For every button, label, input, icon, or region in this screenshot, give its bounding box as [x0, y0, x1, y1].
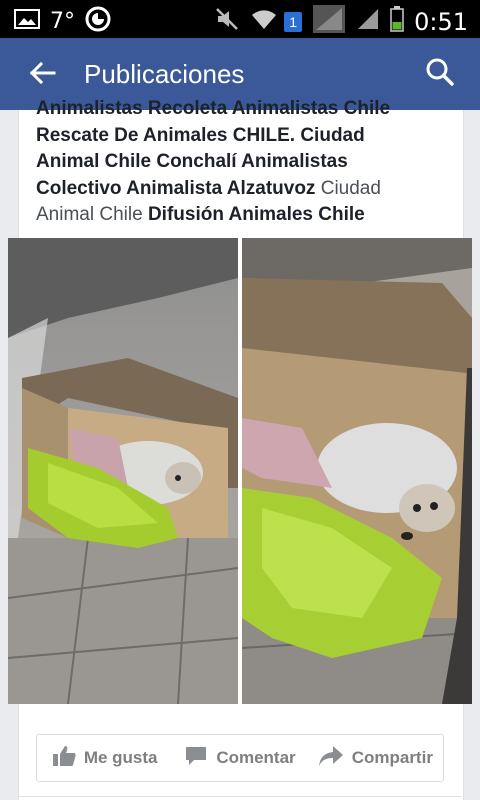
like-button[interactable]: Me gusta	[37, 745, 172, 772]
image-icon	[14, 8, 40, 35]
dog-photo-1[interactable]	[8, 238, 238, 704]
card-divider	[18, 796, 462, 797]
wifi-icon	[250, 7, 278, 36]
post-actions: Me gusta Comentar Compartir	[36, 734, 444, 782]
hashtag-text[interactable]: Colectivo Animalista Alzatuvoz	[36, 178, 315, 199]
comment-icon	[184, 745, 208, 772]
hashtag-text[interactable]: Animalistas Recoleta Animalistas Chile	[36, 98, 390, 119]
comment-label: Comentar	[216, 748, 296, 767]
page-title: Publicaciones	[84, 59, 245, 89]
plain-text: Animal Chile	[36, 204, 148, 225]
post-text-line: Animal Chile Conchalí Animalistas	[36, 149, 436, 176]
no-signal-icon	[312, 4, 346, 39]
like-label: Me gusta	[83, 748, 158, 767]
battery-icon	[390, 6, 404, 37]
photo-grid	[8, 238, 472, 704]
thumbs-up-icon	[52, 745, 76, 772]
post-text-line: Animal Chile Difusión Animales Chile	[36, 202, 436, 229]
status-bar: 7° 1 0:51	[0, 0, 480, 38]
hashtag-text[interactable]: Animal Chile Conchalí Animalistas	[36, 151, 348, 172]
back-button[interactable]	[22, 58, 62, 92]
clock-time: 0:51	[414, 7, 468, 36]
search-button[interactable]	[422, 56, 458, 92]
plain-text: Ciudad	[315, 177, 381, 199]
share-icon	[318, 745, 344, 772]
temperature-text: 7°	[50, 8, 75, 34]
hashtag-text[interactable]: Difusión Animales Chile	[148, 204, 365, 225]
post-text-line: Animalistas Recoleta Animalistas Chile	[36, 96, 436, 123]
signal-icon	[356, 7, 380, 36]
post-text: Animalistas Recoleta Animalistas Chile R…	[36, 96, 436, 229]
comment-button[interactable]: Comentar	[172, 745, 307, 772]
dog-photo-2[interactable]	[242, 238, 472, 704]
arrow-back-icon	[28, 61, 56, 90]
mute-icon	[214, 6, 240, 37]
share-label: Compartir	[351, 748, 433, 767]
post-text-line: Rescate De Animales CHILE. Ciudad	[36, 123, 436, 150]
notification-badge: 1	[284, 11, 303, 32]
hashtag-text[interactable]: Rescate De Animales CHILE. Ciudad	[36, 125, 365, 146]
search-icon	[425, 57, 455, 92]
clock-icon	[85, 6, 111, 37]
share-button[interactable]: Compartir	[308, 745, 443, 772]
post-text-line: Colectivo Animalista Alzatuvoz Ciudad	[36, 176, 436, 203]
